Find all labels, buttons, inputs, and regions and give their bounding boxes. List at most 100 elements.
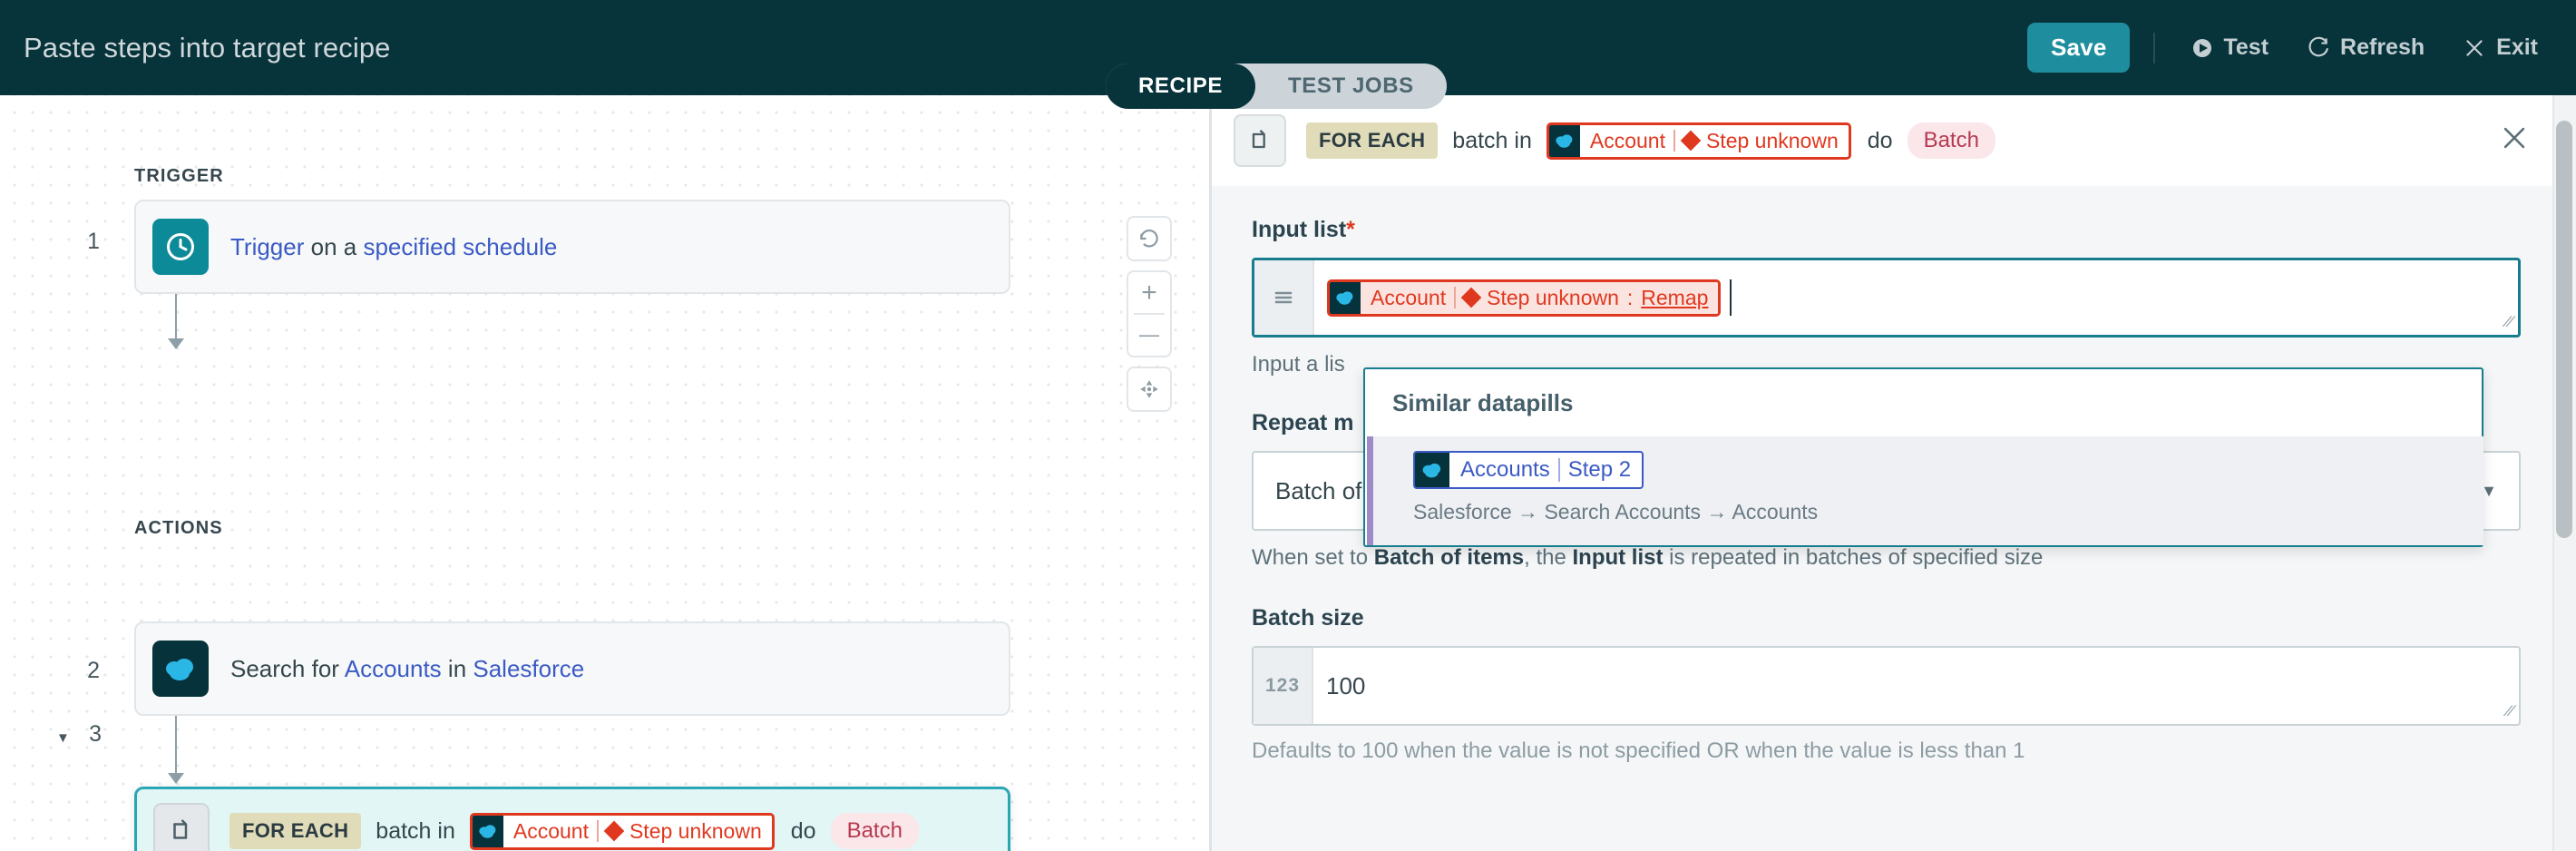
step-number-2: 2 xyxy=(63,658,100,684)
datapill-divider xyxy=(1673,130,1675,152)
datapill-status: Step unknown xyxy=(1706,129,1839,153)
datapill-body: Accounts Step 2 xyxy=(1449,453,1642,487)
batch-badge: Batch xyxy=(831,813,919,849)
panel-scrollbar[interactable] xyxy=(2552,95,2576,851)
input-list-label: Input list* xyxy=(1252,217,2521,243)
refresh-button-label: Refresh xyxy=(2340,34,2425,61)
similar-datapill-item[interactable]: Accounts Step 2 Salesforce → Search Acco… xyxy=(1367,436,2483,545)
input-list-datapill[interactable]: Account Step unknown : Remap xyxy=(1327,279,1721,317)
panel-close-button[interactable] xyxy=(2499,122,2530,160)
repeat-icon xyxy=(1234,114,1286,167)
repeat-mode-help: When set to Batch of items, the Input li… xyxy=(1252,545,2521,571)
clock-icon xyxy=(152,219,209,275)
salesforce-icon xyxy=(1549,125,1580,157)
actions-section-label: ACTIONS xyxy=(134,518,223,539)
repeat-help-mid: , the xyxy=(1524,545,1572,570)
panel-batch-badge: Batch xyxy=(1908,122,1995,159)
salesforce-icon xyxy=(1415,453,1449,487)
play-circle-icon xyxy=(2191,37,2213,59)
step-card-for-each[interactable]: FOR EACH batch in Account Step unknown xyxy=(134,787,1010,851)
resize-grip-icon[interactable]: ⁄⁄ xyxy=(2507,702,2513,720)
canvas-reset-button[interactable] xyxy=(1127,216,1172,261)
step-card-search-text: Search for Accounts in Salesforce xyxy=(230,655,584,683)
trigger-sep: on a xyxy=(304,233,363,260)
number-type-icon: 123 xyxy=(1254,648,1313,724)
step-number-3: 3 xyxy=(65,721,102,748)
reset-icon[interactable] xyxy=(1128,218,1170,259)
salesforce-icon xyxy=(473,816,503,847)
input-list-content[interactable]: Account Step unknown : Remap ⁄⁄ xyxy=(1314,260,2518,335)
for-each-mid-text: batch in xyxy=(376,818,455,845)
panel-do-text: do xyxy=(1868,128,1893,154)
list-icon xyxy=(1254,260,1314,335)
batch-size-help: Defaults to 100 when the value is not sp… xyxy=(1252,739,2521,764)
datapill-divider xyxy=(597,820,599,842)
panel-for-each-keyword: FOR EACH xyxy=(1306,122,1438,159)
connector-arrow-1-2 xyxy=(168,338,184,349)
tab-recipe[interactable]: RECIPE xyxy=(1106,64,1255,109)
repeat-help-suffix: is repeated in batches of specified size xyxy=(1663,545,2043,570)
canvas-pan-control[interactable] xyxy=(1127,367,1172,412)
step-number-1: 1 xyxy=(63,229,100,255)
repeat-icon xyxy=(153,803,210,851)
batch-size-field[interactable]: 123 100 ⁄⁄ xyxy=(1252,646,2521,726)
zoom-in-button[interactable]: + xyxy=(1128,272,1170,313)
repeat-help-bold2: Input list xyxy=(1572,545,1663,570)
refresh-button[interactable]: Refresh xyxy=(2294,29,2437,66)
input-list-field[interactable]: Account Step unknown : Remap ⁄⁄ xyxy=(1252,258,2521,337)
datapill-body: Account Step unknown xyxy=(503,816,772,847)
panel-scrollbar-thumb[interactable] xyxy=(2556,121,2572,538)
step-card-search-accounts[interactable]: Search for Accounts in Salesforce xyxy=(134,621,1010,716)
pan-icon[interactable] xyxy=(1128,368,1170,410)
exit-button[interactable]: Exit xyxy=(2450,29,2551,66)
repeat-help-prefix: When set to xyxy=(1252,545,1374,570)
save-button[interactable]: Save xyxy=(2027,23,2131,73)
step-card-trigger-text: Trigger on a specified schedule xyxy=(230,233,557,261)
exit-button-label: Exit xyxy=(2496,34,2538,61)
search-mid: in xyxy=(442,655,473,682)
required-marker: * xyxy=(1346,217,1355,242)
datapill-name: Account xyxy=(1371,286,1446,310)
similar-datapill-pill[interactable]: Accounts Step 2 xyxy=(1413,451,1644,489)
panel-for-each-mid-text: batch in xyxy=(1452,128,1532,154)
similar-datapills-dropdown[interactable]: Similar datapills Accounts Step 2 Salesf… xyxy=(1363,367,2483,547)
trigger-schedule-link[interactable]: specified schedule xyxy=(363,233,557,260)
refresh-icon xyxy=(2307,36,2330,60)
salesforce-icon xyxy=(152,641,209,697)
test-button-label: Test xyxy=(2223,34,2269,61)
warning-diamond-icon xyxy=(604,821,625,842)
warning-diamond-icon xyxy=(1681,131,1702,152)
resize-grip-icon[interactable]: ⁄⁄ xyxy=(2506,313,2513,331)
connector-arrow-2-3 xyxy=(168,773,184,784)
tab-test-jobs[interactable]: TEST JOBS xyxy=(1255,64,1447,109)
for-each-do-text: do xyxy=(791,818,816,845)
batch-size-label: Batch size xyxy=(1252,605,2521,631)
recipe-editor-app: Paste steps into target recipe Save Test… xyxy=(0,0,2576,851)
search-prefix: Search for xyxy=(230,655,345,682)
test-button[interactable]: Test xyxy=(2179,29,2281,66)
page-title: Paste steps into target recipe xyxy=(24,32,391,64)
search-app-link[interactable]: Salesforce xyxy=(473,655,584,682)
canvas-zoom-controls[interactable]: + — xyxy=(1127,270,1172,357)
step-card-trigger[interactable]: Trigger on a specified schedule xyxy=(134,200,1010,294)
trigger-word: Trigger xyxy=(230,233,304,260)
panel-header-datapill[interactable]: Account Step unknown xyxy=(1547,122,1851,160)
top-bar-actions: Save Test Refresh xyxy=(2027,0,2551,95)
step-config-header: FOR EACH batch in Account Step unknown xyxy=(1212,95,2561,186)
salesforce-icon xyxy=(1330,282,1361,314)
recipe-canvas[interactable]: TRIGGER 1 Trigger on a specified schedul… xyxy=(0,95,1209,851)
warning-diamond-icon xyxy=(1461,288,1482,308)
input-list-label-text: Input list xyxy=(1252,217,1346,242)
zoom-out-button[interactable]: — xyxy=(1128,315,1170,356)
datapill-divider xyxy=(1558,458,1560,482)
remap-link[interactable]: Remap xyxy=(1641,286,1708,310)
batch-size-value: 100 xyxy=(1326,672,1365,700)
text-caret xyxy=(1730,279,1732,316)
batch-size-content[interactable]: 100 ⁄⁄ xyxy=(1313,648,2519,724)
datapill-name: Account xyxy=(513,819,589,844)
repeat-help-bold1: Batch of items xyxy=(1374,545,1524,570)
search-object-link[interactable]: Accounts xyxy=(345,655,442,682)
datapill-divider xyxy=(1454,287,1456,308)
for-each-keyword: FOR EACH xyxy=(229,813,361,849)
input-list-datapill-canvas[interactable]: Account Step unknown xyxy=(470,813,775,850)
